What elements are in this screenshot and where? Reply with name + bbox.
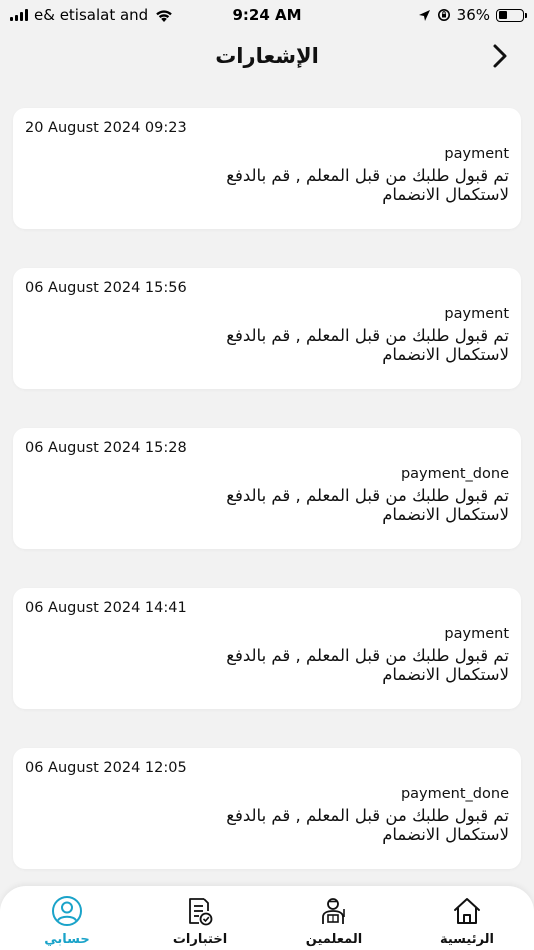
notification-message: تم قبول طلبك من قبل المعلم , قم بالدفع ل… (226, 806, 509, 844)
notification-card[interactable]: 20 August 2024 09:23 payment تم قبول طلب… (13, 108, 521, 229)
teacher-icon (317, 894, 351, 928)
nav-label-teachers: المعلمين (305, 932, 363, 947)
location-arrow-icon (418, 9, 430, 21)
notification-message: تم قبول طلبك من قبل المعلم , قم بالدفع ل… (226, 166, 509, 204)
page-header: الإشعارات (0, 34, 534, 78)
home-icon (450, 894, 484, 928)
notification-card[interactable]: 06 August 2024 15:28 payment_done تم قبو… (13, 428, 521, 549)
back-button[interactable] (484, 40, 516, 72)
notification-type: payment (444, 626, 509, 642)
notification-type: payment (444, 306, 509, 322)
user-icon (50, 894, 84, 928)
cellular-signal-icon (10, 9, 28, 21)
nav-item-home[interactable]: الرئيسية (417, 894, 517, 947)
notification-card[interactable]: 06 August 2024 15:56 payment تم قبول طلب… (13, 268, 521, 389)
wifi-icon (156, 9, 173, 22)
notification-message: تم قبول طلبك من قبل المعلم , قم بالدفع ل… (226, 326, 509, 364)
notification-date: 06 August 2024 15:28 (25, 440, 187, 456)
page-title: الإشعارات (215, 44, 319, 68)
notification-date: 06 August 2024 12:05 (25, 760, 187, 776)
notification-date: 06 August 2024 15:56 (25, 280, 187, 296)
notification-type: payment (444, 146, 509, 162)
status-left: e& etisalat and (10, 6, 174, 24)
notification-type: payment_done (400, 786, 509, 802)
notification-date: 06 August 2024 14:41 (25, 600, 187, 616)
status-bar: e& etisalat and 9:24 AM 36% (0, 0, 534, 30)
notifications-list: 20 August 2024 09:23 payment تم قبول طلب… (13, 108, 521, 869)
orientation-lock-icon (437, 9, 450, 21)
notification-type: payment_done (400, 466, 509, 482)
battery-percent: 36% (456, 6, 490, 24)
battery-level (498, 11, 507, 19)
bottom-nav: حسابي اختبارات المعلمين الرئيسية (0, 886, 534, 950)
notification-card[interactable]: 06 August 2024 12:05 payment_done تم قبو… (13, 748, 521, 869)
carrier-name: e& etisalat and (34, 6, 149, 24)
nav-item-teachers[interactable]: المعلمين (284, 894, 384, 947)
nav-item-profile[interactable]: حسابي (17, 894, 117, 947)
nav-label-home: الرئيسية (439, 932, 495, 947)
nav-label-exams: اختبارات (172, 932, 228, 947)
chevron-right-icon (493, 44, 507, 68)
notification-message: تم قبول طلبك من قبل المعلم , قم بالدفع ل… (226, 486, 509, 524)
notification-card[interactable]: 06 August 2024 14:41 payment تم قبول طلب… (13, 588, 521, 709)
notification-message: تم قبول طلبك من قبل المعلم , قم بالدفع ل… (226, 646, 509, 684)
nav-item-exams[interactable]: اختبارات (150, 894, 250, 947)
nav-label-profile: حسابي (44, 932, 90, 947)
exam-icon (183, 894, 217, 928)
status-right: 36% (418, 6, 527, 24)
battery-icon (496, 8, 527, 22)
notification-date: 20 August 2024 09:23 (25, 120, 187, 136)
